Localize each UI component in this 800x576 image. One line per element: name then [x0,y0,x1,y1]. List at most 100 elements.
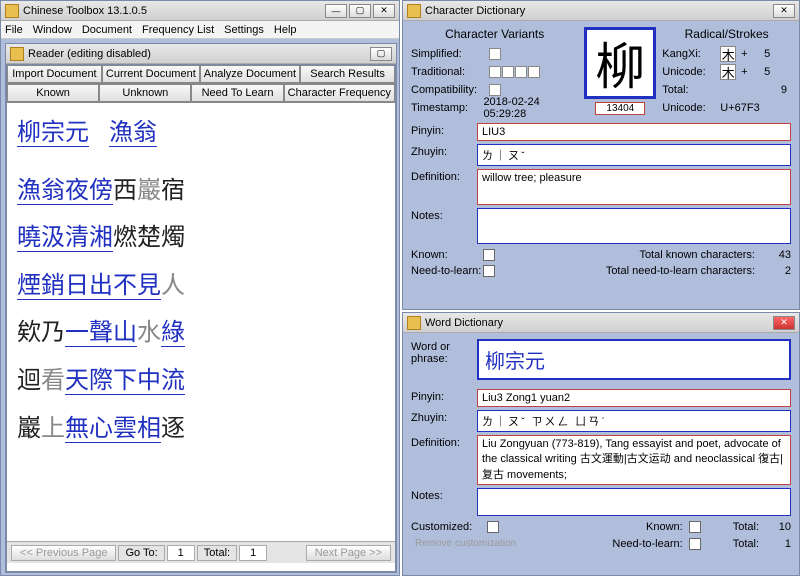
menu-window[interactable]: Window [33,24,72,36]
word-pinyin-value[interactable]: Liu3 Zong1 yuan2 [477,389,791,407]
analyze-document-button[interactable]: Analyze Document [200,65,300,83]
reader-maximize-button[interactable]: ▢ [370,47,392,61]
next-page-button[interactable]: Next Page >> [306,545,391,561]
poem-segment[interactable]: 日出 [65,273,113,300]
poem-segment[interactable]: 山 [113,320,137,347]
poem-segment[interactable]: 曉汲 [17,225,65,252]
known-checkbox[interactable] [483,249,495,261]
poem-segment[interactable]: 巖 [137,178,161,204]
poem-segment[interactable]: 欸乃 [17,320,65,346]
poem-segment[interactable]: 人 [161,273,185,299]
menu-help[interactable]: Help [274,24,297,36]
unicode-radical: 木 [720,64,736,80]
goto-value[interactable]: 1 [167,545,195,561]
poem-segment[interactable]: 夜傍 [65,178,113,205]
poem-segment[interactable]: 流 [161,368,185,395]
main-character[interactable]: 柳 [584,27,656,99]
char-dict-close-button[interactable]: ✕ [773,4,795,18]
known-button[interactable]: Known [7,84,99,102]
poem-title: 柳宗元 漁翁 [17,111,385,157]
poem-segment[interactable]: 中 [137,368,161,395]
poem-segment[interactable]: 上 [41,416,65,442]
poem-segment[interactable]: 下 [113,368,137,395]
reader-icon [10,47,24,61]
poem-segment[interactable]: 相 [137,416,161,443]
pinyin-value[interactable]: LIU3 [477,123,791,141]
word-zhuyin-value[interactable]: ㄌ｜ㄡˇ ㄗㄨㄥ ㄩㄢˊ [477,410,791,432]
poem-name[interactable]: 漁翁 [109,120,157,147]
poem-segment[interactable]: 逐 [161,416,185,442]
word-phrase-label: Word or phrase: [411,339,477,365]
poem-author[interactable]: 柳宗元 [17,120,89,147]
definition-label: Definition: [411,169,477,183]
total-label: Total: [197,545,237,561]
poem-segment[interactable]: 雲 [113,416,137,443]
search-results-button[interactable]: Search Results [300,65,395,83]
known-label: Known: [411,249,477,261]
poem-line: 曉汲清湘燃楚燭 [17,216,385,262]
word-dict-titlebar: Word Dictionary ✕ [403,313,799,333]
definition-value[interactable]: willow tree; pleasure [477,169,791,205]
need-to-learn-button[interactable]: Need To Learn [191,84,283,102]
character-dictionary-window: Character Dictionary ✕ Character Variant… [402,0,800,310]
word-dict-close-button[interactable]: ✕ [773,316,795,330]
word-ntl-checkbox[interactable] [689,538,701,550]
main-window: Chinese Toolbox 13.1.0.5 — ▢ ✕ File Wind… [0,0,400,576]
maximize-button[interactable]: ▢ [349,4,371,18]
poem-segment[interactable]: 不見 [113,273,161,300]
total-strokes: 9 [720,84,791,96]
poem-segment[interactable]: 西 [113,178,137,204]
poem-segment[interactable]: 燃 [113,225,137,251]
customized-checkbox[interactable] [487,521,499,533]
poem-segment[interactable]: 煙銷 [17,273,65,300]
pinyin-label: Pinyin: [411,123,477,137]
word-zhuyin-label: Zhuyin: [411,410,477,424]
ntl-checkbox[interactable] [483,265,495,277]
menu-file[interactable]: File [5,24,23,36]
import-document-button[interactable]: Import Document [7,65,102,83]
current-document-button[interactable]: Current Document [102,65,200,83]
reader-text-area[interactable]: 柳宗元 漁翁 漁翁夜傍西巖宿曉汲清湘燃楚燭煙銷日出不見人欸乃一聲山水綠迴看天際下… [7,103,395,541]
poem-segment[interactable]: 燭 [161,225,185,251]
poem-segment[interactable]: 一聲 [65,320,113,347]
close-button[interactable]: ✕ [373,4,395,18]
notes-value[interactable] [477,208,791,244]
unknown-button[interactable]: Unknown [99,84,191,102]
menu-frequency-list[interactable]: Frequency List [142,24,214,36]
reader-window: Reader (editing disabled) ▢ Import Docum… [5,43,397,573]
poem-segment[interactable]: 巖 [17,416,41,442]
prev-page-button[interactable]: << Previous Page [11,545,116,561]
simplified-label: Simplified: [411,48,489,60]
unicode-value: U+67F3 [720,102,759,114]
word-phrase-value[interactable]: 柳宗元 [477,339,791,380]
poem-segment[interactable]: 看 [41,368,65,394]
char-id: 13404 [595,102,645,115]
poem-segment[interactable]: 清湘 [65,225,113,252]
remove-customization-button[interactable]: Remove customization [411,537,520,550]
minimize-button[interactable]: — [325,4,347,18]
poem-segment[interactable]: 漁翁 [17,178,65,205]
poem-segment[interactable]: 宿 [161,178,185,204]
word-total2-label: Total: [733,538,759,550]
poem-segment[interactable]: 無心 [65,416,113,443]
poem-line: 巖上無心雲相逐 [17,407,385,453]
poem-segment[interactable]: 楚 [137,225,161,251]
poem-segment[interactable]: 迴 [17,368,41,394]
zhuyin-label: Zhuyin: [411,144,477,158]
poem-segment[interactable]: 天際 [65,368,113,395]
word-notes-value[interactable] [477,488,791,516]
app-icon [5,4,19,18]
menu-settings[interactable]: Settings [224,24,264,36]
character-frequency-button[interactable]: Character Frequency [284,84,395,102]
poem-segment[interactable]: 綠 [161,320,185,347]
menubar: File Window Document Frequency List Sett… [1,21,399,39]
total-value: 1 [239,545,267,561]
char-dict-title: Character Dictionary [425,5,525,17]
menu-document[interactable]: Document [82,24,132,36]
zhuyin-value[interactable]: ㄌ｜ㄡˇ [477,144,791,166]
reader-statusbar: << Previous Page Go To: 1 Total: 1 Next … [7,541,395,563]
poem-segment[interactable]: 水 [137,320,161,346]
poem-line: 煙銷日出不見人 [17,264,385,310]
word-definition-value[interactable]: Liu Zongyuan (773-819), Tang essayist an… [477,435,791,485]
word-known-checkbox[interactable] [689,521,701,533]
